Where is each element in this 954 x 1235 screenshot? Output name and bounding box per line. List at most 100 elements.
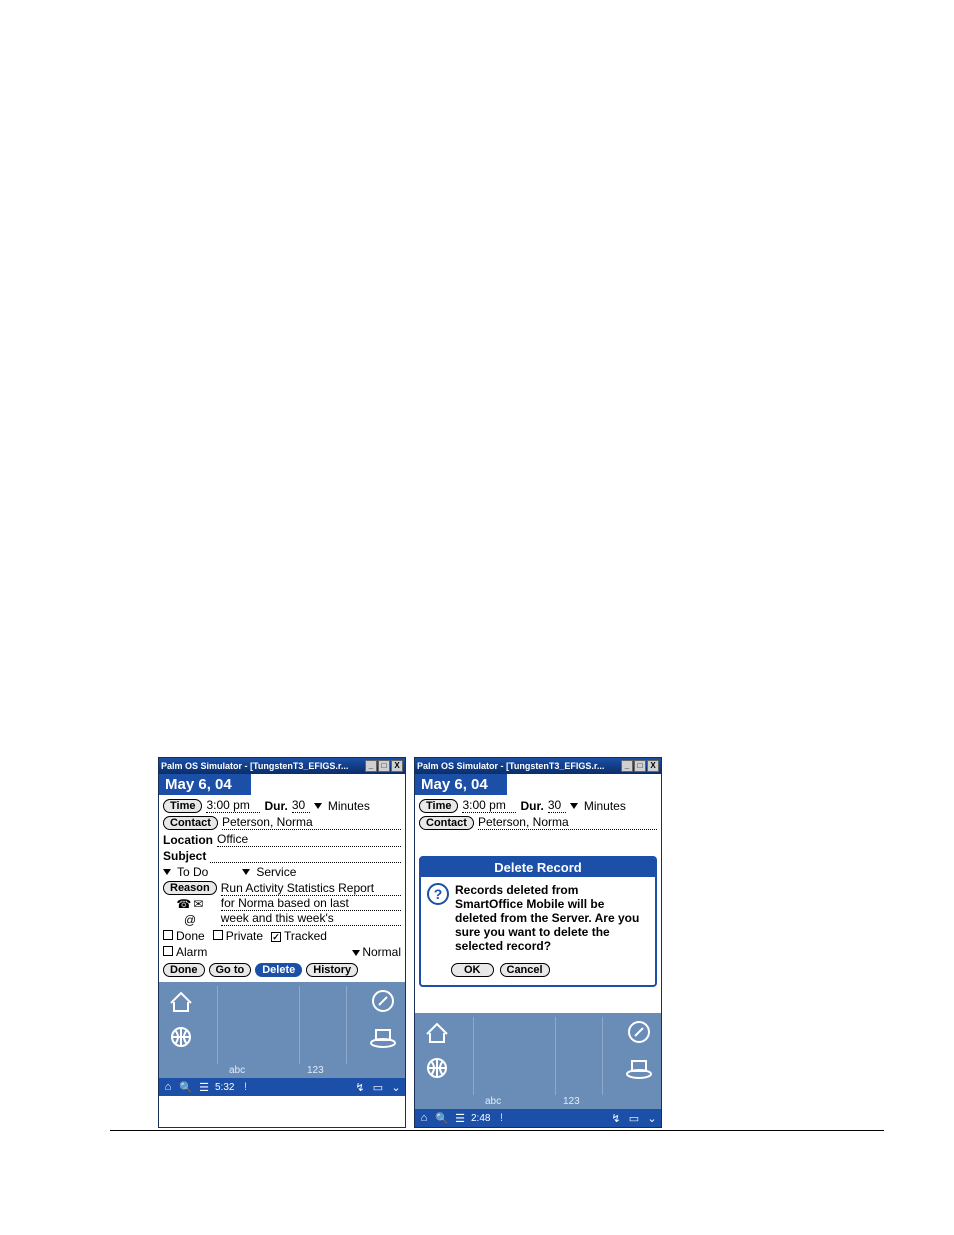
- activity-form: Time 3:00 pm Dur. 30 Minutes Contact Pet…: [415, 795, 661, 1013]
- priority-dropdown-icon[interactable]: [352, 950, 360, 956]
- duration-value[interactable]: 30: [292, 798, 310, 813]
- globe-silk-icon[interactable]: [163, 1022, 199, 1052]
- service-dropdown[interactable]: Service: [256, 865, 296, 879]
- delete-record-dialog: Delete Record ? Records deleted from Sma…: [419, 856, 657, 987]
- date-header[interactable]: May 6, 04: [159, 774, 251, 795]
- maximize-button[interactable]: □: [634, 760, 646, 772]
- duration-unit-dropdown-icon[interactable]: [570, 803, 578, 809]
- subject-label: Subject: [163, 849, 206, 863]
- private-checkbox[interactable]: [213, 930, 223, 940]
- time-button[interactable]: Time: [163, 799, 202, 813]
- palm-simulator-window-left: Palm OS Simulator - [TungstenT3_EFIGS.r.…: [158, 757, 406, 1128]
- alarm-checkbox[interactable]: [163, 946, 173, 956]
- ok-button[interactable]: OK: [451, 963, 494, 977]
- status-clock[interactable]: 2:48: [471, 1113, 490, 1124]
- window-titlebar[interactable]: Palm OS Simulator - [TungstenT3_EFIGS.r.…: [159, 758, 405, 774]
- dialog-message: Records deleted from SmartOffice Mobile …: [455, 883, 649, 953]
- mail-icon[interactable]: ✉: [193, 897, 203, 911]
- dialog-title: Delete Record: [421, 858, 655, 877]
- cancel-button[interactable]: Cancel: [500, 963, 550, 977]
- status-clock[interactable]: 5:32: [215, 1082, 234, 1093]
- contact-value[interactable]: Peterson, Norma: [478, 815, 657, 830]
- location-value[interactable]: Office: [217, 832, 401, 847]
- close-button[interactable]: X: [647, 760, 659, 772]
- at-icon[interactable]: @: [184, 913, 196, 927]
- graffiti-abc-label[interactable]: abc: [229, 1065, 245, 1076]
- duration-unit-dropdown-icon[interactable]: [314, 803, 322, 809]
- card-icon[interactable]: ▭: [627, 1111, 641, 1125]
- done-checkbox[interactable]: [163, 930, 173, 940]
- tracked-checkbox[interactable]: [271, 932, 281, 942]
- type-dropdown-icon[interactable]: [163, 869, 171, 875]
- graffiti-area[interactable]: abc 123: [415, 1013, 661, 1109]
- delete-button[interactable]: Delete: [255, 963, 302, 977]
- done-checkbox-label: Done: [176, 929, 205, 943]
- duration-unit[interactable]: Minutes: [584, 799, 626, 813]
- find-icon[interactable]: 🔍: [179, 1080, 193, 1094]
- contact-value[interactable]: Peterson, Norma: [222, 815, 401, 830]
- sync-icon[interactable]: ↯: [353, 1080, 367, 1094]
- collapse-icon[interactable]: ⌄: [389, 1080, 403, 1094]
- photo-silk-icon[interactable]: [621, 1053, 657, 1083]
- duration-value[interactable]: 30: [548, 798, 566, 813]
- done-button[interactable]: Done: [163, 963, 205, 977]
- pen-silk-icon[interactable]: [621, 1017, 657, 1047]
- pen-silk-icon[interactable]: [365, 986, 401, 1016]
- duration-unit[interactable]: Minutes: [328, 799, 370, 813]
- menu-icon[interactable]: ☰: [197, 1080, 211, 1094]
- priority-dropdown[interactable]: Normal: [362, 945, 401, 959]
- graffiti-abc-label[interactable]: abc: [485, 1096, 501, 1107]
- status-bar: ⌂ 🔍 ☰ 2:48 ! ↯ ▭ ⌄: [415, 1109, 661, 1127]
- home-silk-icon[interactable]: [419, 1017, 455, 1047]
- home-icon[interactable]: ⌂: [161, 1080, 175, 1094]
- minimize-button[interactable]: _: [365, 760, 377, 772]
- subject-value[interactable]: [210, 849, 401, 863]
- home-icon[interactable]: ⌂: [417, 1111, 431, 1125]
- find-icon[interactable]: 🔍: [435, 1111, 449, 1125]
- globe-silk-icon[interactable]: [419, 1053, 455, 1083]
- collapse-icon[interactable]: ⌄: [645, 1111, 659, 1125]
- alarm-checkbox-label: Alarm: [176, 945, 207, 959]
- goto-button[interactable]: Go to: [209, 963, 252, 977]
- duration-label: Dur.: [264, 799, 287, 813]
- minimize-button[interactable]: _: [621, 760, 633, 772]
- menu-icon[interactable]: ☰: [453, 1111, 467, 1125]
- tracked-checkbox-label: Tracked: [284, 929, 327, 943]
- reason-text[interactable]: Run Activity Statistics Report for Norma…: [221, 881, 401, 926]
- home-silk-icon[interactable]: [163, 986, 199, 1016]
- time-value[interactable]: 3:00 pm: [462, 798, 516, 813]
- alert-icon[interactable]: !: [494, 1111, 508, 1125]
- activity-form: Time 3:00 pm Dur. 30 Minutes Contact Pet…: [159, 795, 405, 982]
- private-checkbox-label: Private: [226, 929, 263, 943]
- photo-silk-icon[interactable]: [365, 1022, 401, 1052]
- palm-screen: May 6, 04 Time 3:00 pm Dur. 30 Minutes C…: [159, 774, 405, 1096]
- maximize-button[interactable]: □: [378, 760, 390, 772]
- close-button[interactable]: X: [391, 760, 403, 772]
- time-button[interactable]: Time: [419, 799, 458, 813]
- sync-icon[interactable]: ↯: [609, 1111, 623, 1125]
- window-titlebar[interactable]: Palm OS Simulator - [TungstenT3_EFIGS.r.…: [415, 758, 661, 774]
- palm-screen: May 6, 04 Time 3:00 pm Dur. 30 Minutes C…: [415, 774, 661, 1127]
- window-title: Palm OS Simulator - [TungstenT3_EFIGS.r.…: [417, 761, 621, 771]
- time-value[interactable]: 3:00 pm: [206, 798, 260, 813]
- window-title: Palm OS Simulator - [TungstenT3_EFIGS.r.…: [161, 761, 365, 771]
- contact-button[interactable]: Contact: [419, 816, 474, 830]
- location-label: Location: [163, 833, 213, 847]
- duration-label: Dur.: [520, 799, 543, 813]
- contact-button[interactable]: Contact: [163, 816, 218, 830]
- service-dropdown-icon[interactable]: [242, 869, 250, 875]
- graffiti-123-label[interactable]: 123: [307, 1065, 324, 1076]
- date-header[interactable]: May 6, 04: [415, 774, 507, 795]
- history-button[interactable]: History: [306, 963, 358, 977]
- alert-icon[interactable]: !: [238, 1080, 252, 1094]
- graffiti-123-label[interactable]: 123: [563, 1096, 580, 1107]
- type-dropdown[interactable]: To Do: [177, 865, 208, 879]
- card-icon[interactable]: ▭: [371, 1080, 385, 1094]
- phone-icon[interactable]: ☎: [176, 897, 191, 911]
- palm-simulator-window-right: Palm OS Simulator - [TungstenT3_EFIGS.r.…: [414, 757, 662, 1128]
- status-bar: ⌂ 🔍 ☰ 5:32 ! ↯ ▭ ⌄: [159, 1078, 405, 1096]
- screenshots-row: Palm OS Simulator - [TungstenT3_EFIGS.r.…: [158, 757, 662, 1128]
- reason-button[interactable]: Reason: [163, 881, 217, 895]
- page-divider: [110, 1130, 884, 1131]
- graffiti-area[interactable]: abc 123: [159, 982, 405, 1078]
